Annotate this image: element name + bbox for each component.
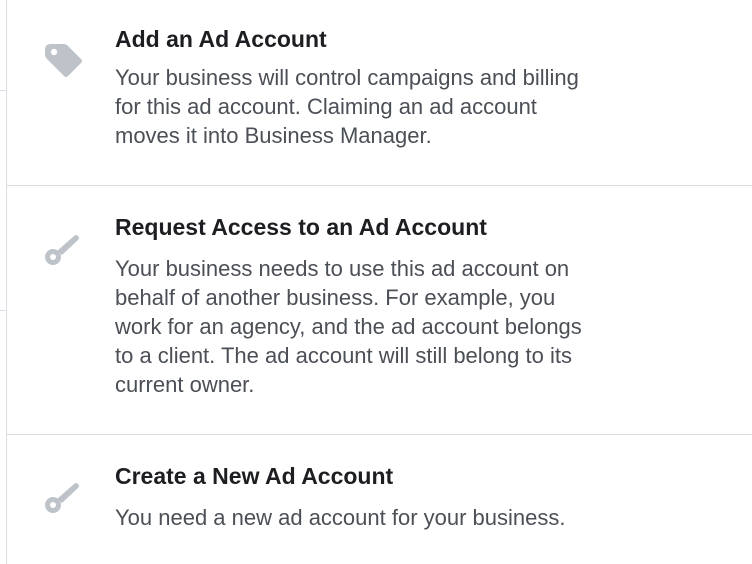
description-line: for this ad account. Claiming an ad acco…: [115, 94, 537, 119]
option-title: Add an Ad Account: [115, 26, 327, 52]
description-line: You need a new ad account for your busin…: [115, 505, 566, 530]
description-line: Your business will control campaigns and…: [115, 65, 579, 90]
description-line: behalf of another business. For example,…: [115, 285, 556, 310]
option-description: Your business needs to use this ad accou…: [115, 254, 715, 399]
tag-icon: [45, 44, 82, 77]
description-line: to a client. The ad account will still b…: [115, 343, 572, 368]
add-ad-account-menu: Add an Ad Account Your business will con…: [7, 0, 752, 564]
background-panel-edge: [0, 0, 7, 564]
description-line: moves it into Business Manager.: [115, 123, 432, 148]
background-row-divider: [0, 310, 6, 311]
description-line: current owner.: [115, 372, 255, 397]
option-title: Request Access to an Ad Account: [115, 214, 487, 240]
key-icon: [45, 483, 79, 513]
option-create-new-ad-account-hitarea[interactable]: [7, 435, 752, 564]
option-description: Your business will control campaigns and…: [115, 63, 715, 150]
description-line: work for an agency, and the ad account b…: [115, 314, 582, 339]
key-icon: [45, 235, 79, 265]
background-row-divider: [0, 90, 6, 91]
option-description: You need a new ad account for your busin…: [115, 503, 715, 532]
description-line: Your business needs to use this ad accou…: [115, 256, 570, 281]
option-title: Create a New Ad Account: [115, 463, 394, 489]
